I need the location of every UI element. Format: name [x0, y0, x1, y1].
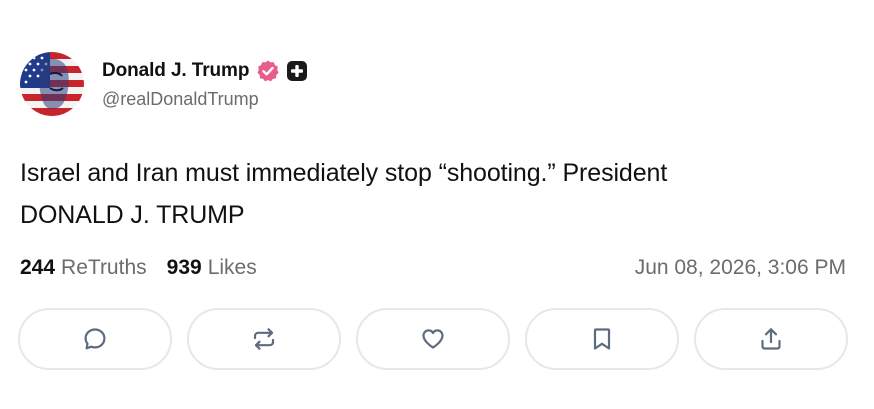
author-handle[interactable]: @realDonaldTrump	[102, 89, 308, 110]
share-button[interactable]	[694, 308, 848, 370]
post-text: Israel and Iran must immediately stop “s…	[20, 152, 840, 236]
verified-badge-icon	[256, 59, 280, 83]
like-button[interactable]	[356, 308, 510, 370]
retruths-stat[interactable]: 244 ReTruths	[20, 256, 147, 280]
repost-icon	[253, 328, 275, 350]
post-header: Donald J. Trump @realDonaldTrump	[20, 52, 308, 116]
post-text-line-1: Israel and Iran must immediately stop “s…	[20, 159, 668, 187]
post-card: Donald J. Trump @realDonaldTrump Israel …	[0, 0, 874, 409]
post-stats: 244 ReTruths 939 Likes Jun 08, 2026, 3:0…	[20, 253, 846, 283]
avatar[interactable]	[20, 52, 84, 116]
heart-icon	[422, 329, 444, 349]
author-display-name[interactable]: Donald J. Trump	[102, 60, 249, 82]
share-icon	[761, 328, 781, 350]
plus-badge-icon	[286, 60, 308, 82]
action-bar	[18, 308, 848, 370]
post-text-line-2: DONALD J. TRUMP	[20, 201, 245, 229]
author-info: Donald J. Trump @realDonaldTrump	[102, 58, 308, 110]
bookmark-button[interactable]	[525, 308, 679, 370]
retruths-label: ReTruths	[61, 256, 147, 279]
bookmark-icon	[593, 328, 611, 350]
likes-stat[interactable]: 939 Likes	[167, 256, 257, 280]
reply-button[interactable]	[18, 308, 172, 370]
avatar-flag-portrait	[20, 52, 84, 116]
retruths-count: 244	[20, 256, 56, 279]
retruth-button[interactable]	[187, 308, 341, 370]
likes-count: 939	[166, 256, 202, 279]
author-name-row: Donald J. Trump	[102, 58, 308, 84]
post-timestamp[interactable]: Jun 08, 2026, 3:06 PM	[635, 256, 846, 280]
likes-label: Likes	[207, 256, 257, 279]
comment-icon	[84, 328, 106, 350]
